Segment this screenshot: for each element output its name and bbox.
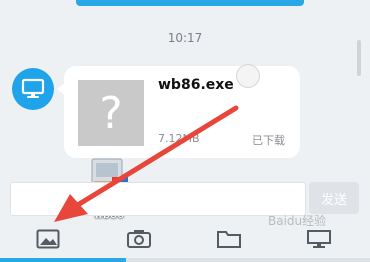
screen-button[interactable]	[306, 228, 332, 250]
watermark: Baidu经验	[268, 214, 327, 228]
chat-window: 10:17 ? wb86.exe 7.12MB 已下载 wb86	[0, 0, 370, 262]
message-input[interactable]	[10, 182, 306, 216]
folder-button[interactable]	[216, 228, 242, 250]
file-message-bubble[interactable]: ? wb86.exe 7.12MB 已下载	[64, 66, 300, 158]
image-button[interactable]	[35, 228, 61, 250]
message-timestamp: 10:17	[167, 31, 203, 45]
scrollbar[interactable]	[357, 40, 361, 76]
camera-icon	[127, 230, 151, 248]
file-status: 已下载	[252, 134, 285, 147]
monitor-icon	[21, 78, 45, 98]
top-accent-bar	[76, 0, 304, 6]
send-button[interactable]: 发送	[309, 182, 359, 214]
screen-icon	[307, 230, 331, 248]
folder-icon	[217, 231, 241, 248]
file-thumbnail: ?	[78, 80, 144, 146]
image-icon	[36, 229, 60, 249]
file-size: 7.12MB	[158, 132, 200, 145]
avatar[interactable]	[12, 68, 54, 110]
unknown-file-icon: ?	[99, 87, 123, 139]
file-name: wb86.exe	[158, 77, 234, 93]
bottom-accent-bar	[0, 258, 126, 262]
select-checkbox[interactable]	[236, 64, 260, 88]
camera-button[interactable]	[126, 228, 152, 250]
